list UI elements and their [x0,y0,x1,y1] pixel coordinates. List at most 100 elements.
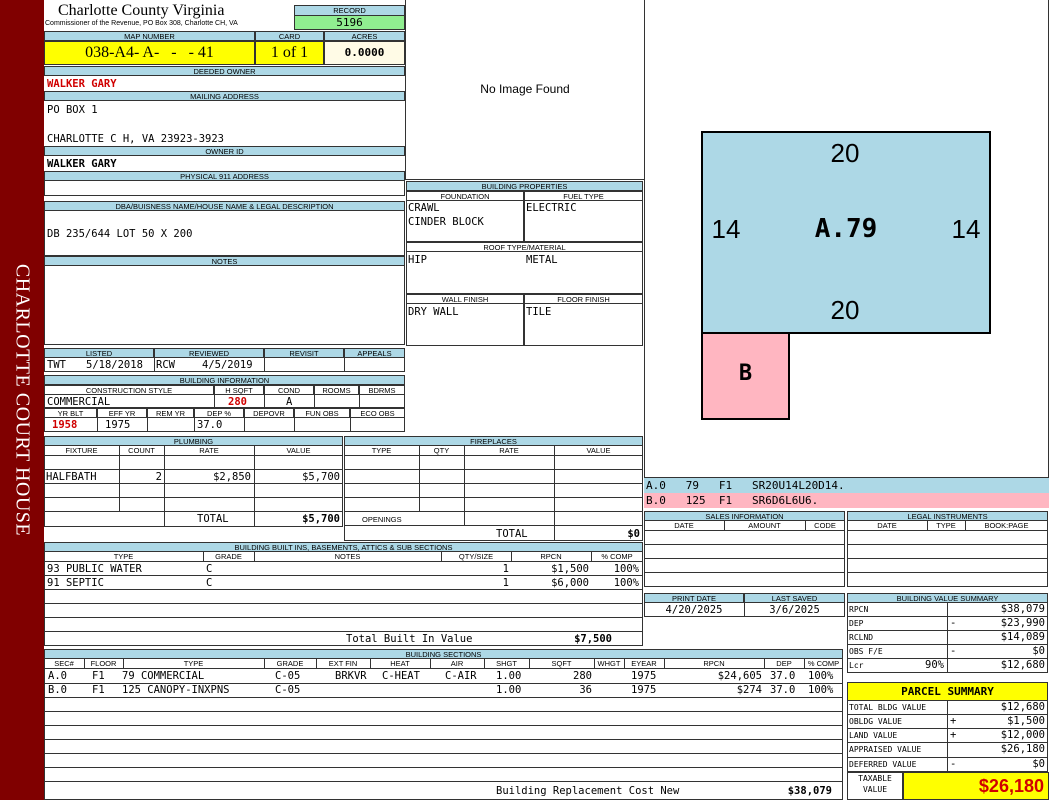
value-row-lcr-label: Lcr [849,661,864,670]
built-ins-header-rpcn: RPCN [540,552,562,561]
print-date: 4/20/2025 [665,604,723,616]
taxable-label-1: TAXABLE [858,774,892,783]
legal-header-date: DATE [877,521,897,530]
sections-header-whgt: WHGT [597,659,621,668]
built-in-row-1-qty: 1 [502,563,509,575]
section-b-shgt: 1.00 [496,684,522,696]
plumbing-header-fixture: FIXTURE [65,446,98,455]
reviewed-by: RCW [156,359,175,371]
section-a-sec: A.0 [48,670,67,682]
commissioner-line: Commissioner of the Revenue, PO Box 308,… [45,20,238,27]
physical-address-box [44,180,405,196]
built-ins-header-grade: GRADE [215,552,242,561]
built-in-row-1-grade: C [206,563,213,575]
replacement-cost-label: Building Replacement Cost New [496,785,680,797]
built-ins-total: $7,500 [574,633,612,645]
built-ins-header-qty: QTY/SIZE [458,552,494,561]
fuel-type: ELECTRIC [526,202,577,214]
deeded-owner: WALKER GARY [47,78,117,90]
section-b-grade: C-05 [275,684,301,696]
built-in-row-2-rpcn: $6,000 [551,577,589,589]
value-row-lcr: $12,680 [1000,659,1045,671]
section-b-sec: B.0 [48,684,67,696]
sketch-legend-b: B.0 125 F1 SR6D6L6U6. [644,493,1049,508]
built-in-row-1-comp: 100% [613,563,639,575]
card-label: CARD [255,31,324,41]
section-b-comp: 100% [808,684,834,696]
parcel-row-deferred-label: DEFERRED VALUE [849,760,917,769]
taxable-label-2: VALUE [862,785,888,794]
parcel-row-deferred: $0 [1032,758,1045,770]
built-in-row-2-comp: 100% [613,577,639,589]
sections-header-comp: % COMP [807,659,840,668]
effective-year: 1975 [105,419,131,431]
county-title: Charlotte County Virginia [58,2,225,19]
map-number: 038-A4- A- - - 41 [44,41,255,65]
sections-header-eyear: EYEAR [631,659,657,668]
plumbing-total: $5,700 [302,513,340,525]
replacement-cost: $38,079 [787,785,832,797]
sections-header-shgt: SHGT [496,659,517,668]
value-row-obs-label: OBS F/E [849,647,883,656]
sections-header-sec: SEC# [54,659,74,668]
section-a-type: 79 COMMERCIAL [122,670,205,682]
sections-header-type: TYPE [183,659,204,668]
sales-header-date: DATE [674,521,694,530]
fireplace-total-label: TOTAL [496,528,528,540]
floor-finish: TILE [526,306,552,318]
legal-header-type: TYPE [936,521,956,530]
cond-value: A [286,396,293,408]
sketch-legend-a: A.0 79 F1 SR20U14L20D14. [644,478,1049,493]
value-row-rpcn-label: RPCN [849,605,869,614]
plumbing-header-value: VALUE [286,446,311,455]
depreciation: 37.0 [197,419,223,431]
built-in-row-2-grade: C [206,577,213,589]
parcel-row-total-bldg-label: TOTAL BLDG VALUE [849,703,927,712]
parcel-row-appraised: $26,180 [1000,743,1045,755]
value-row-rpcn: $38,079 [1000,603,1045,615]
value-row-dep-label: DEP [849,619,864,628]
parcel-row-obldg-label: OBLDG VALUE [849,717,902,726]
section-a-grade: C-05 [275,670,301,682]
value-row-obs: $0 [1032,645,1045,657]
card-value: 1 of 1 [255,41,324,65]
legal-header-bookpage: BOOK:PAGE [984,521,1029,530]
listed-by: TWT [47,359,66,371]
taxable-value: $26,180 [903,772,1049,800]
built-in-row-2-qty: 1 [502,577,509,589]
sections-header-sqft: SQFT [551,659,572,668]
sections-header-rpcn: RPCN [703,659,725,668]
sketch-right-dim: 14 [951,214,981,244]
sections-header-heat: HEAT [390,659,410,668]
value-row-dep: $23,990 [1000,617,1045,629]
plumbing-fixture: HALFBATH [46,471,97,483]
section-b-sqft: 36 [579,684,592,696]
sketch-main-label: A.79 [814,214,878,244]
roof-type: HIP [408,254,427,266]
building-info-title: BUILDING INFORMATION [44,375,405,385]
plumbing-value: $5,700 [302,471,340,483]
parcel-row-appraised-label: APPRAISED VALUE [849,745,922,754]
owner-id-label: OWNER ID [44,146,405,156]
roof-material: METAL [526,254,558,266]
plumbing-header-rate: RATE [199,446,219,455]
built-ins-header-comp: % COMP [601,552,633,561]
sections-header-extfin: EXT FIN [328,659,358,668]
parcel-row-land: $12,000 [1000,729,1045,741]
section-b-dep: 37.0 [770,684,796,696]
built-ins-header-type: TYPE [113,552,134,561]
built-in-row-1-type: 93 PUBLIC WATER [47,563,142,575]
section-a-comp: 100% [808,670,834,682]
mailing-line-1: PO BOX 1 [47,104,98,116]
section-a-eyear: 1975 [631,670,657,682]
built-in-row-2-type: 91 SEPTIC [47,577,104,589]
sections-header-dep: DEP [776,659,792,668]
roof-box [406,251,643,294]
plumbing-header-count: COUNT [128,446,155,455]
sketch-top-dim: 20 [830,138,860,168]
foundation-2: CINDER BLOCK [408,216,484,228]
map-number-label: MAP NUMBER [44,31,255,41]
section-a-ext: BRKVR [335,670,367,682]
last-saved: 3/6/2025 [769,604,820,616]
building-properties-title: BUILDING PROPERTIES [406,181,643,191]
